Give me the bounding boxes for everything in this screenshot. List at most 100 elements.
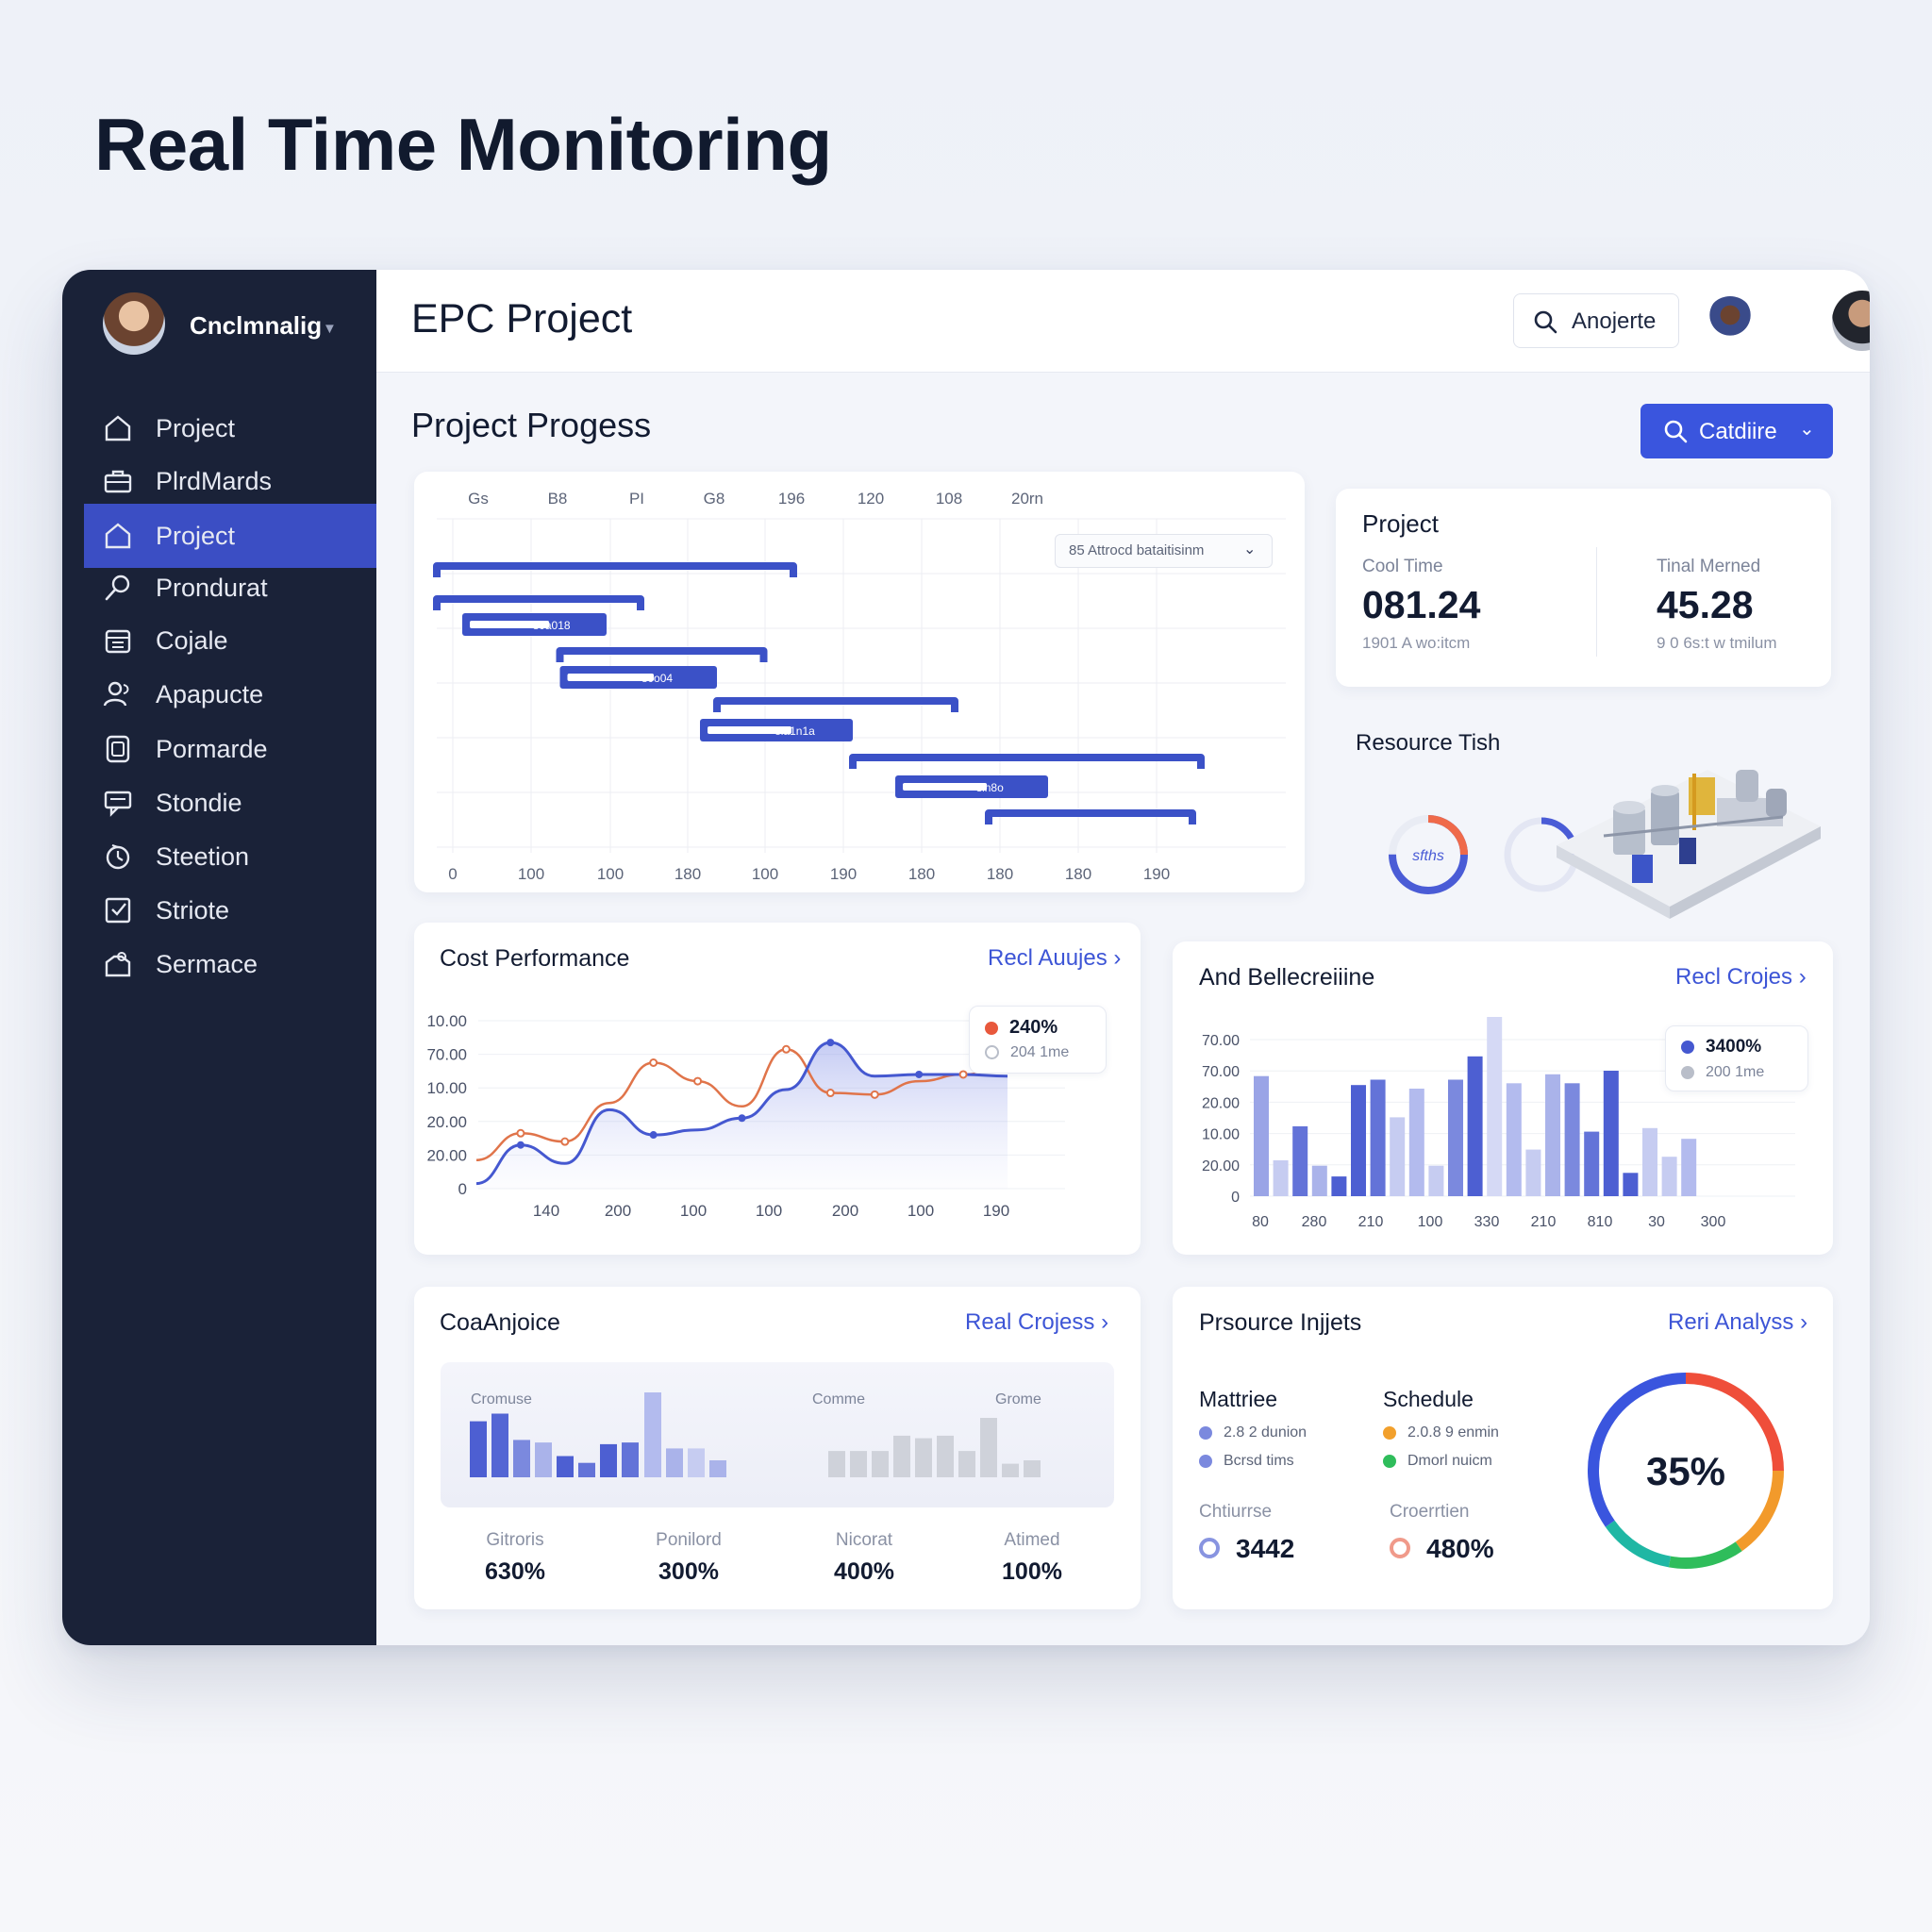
data-point[interactable] — [560, 1137, 570, 1146]
axis-tick: 10.00 — [426, 1012, 467, 1030]
legend-text: 2.0.8 9 enmin — [1407, 1424, 1499, 1441]
bar[interactable] — [1603, 1071, 1619, 1196]
sidebar-item-label: Prondurat — [156, 573, 268, 602]
bar[interactable] — [1506, 1083, 1522, 1196]
card-link-label: Real Crojess — [965, 1309, 1095, 1335]
bar[interactable] — [688, 1448, 705, 1477]
card-link[interactable]: Reri Analyss › — [1668, 1309, 1807, 1336]
axis-tick: 180 — [987, 865, 1013, 883]
avatar[interactable] — [1832, 291, 1870, 351]
bar[interactable] — [1467, 1056, 1483, 1196]
axis-tick: 190 — [983, 1202, 1009, 1220]
bar[interactable] — [1254, 1075, 1269, 1196]
bar[interactable] — [980, 1418, 997, 1477]
bar[interactable] — [850, 1451, 867, 1477]
legend-value: 200 1me — [1706, 1064, 1765, 1080]
bar[interactable] — [1661, 1157, 1677, 1196]
gantt-filter-dropdown[interactable]: 85 Attrocd bataitisinm ⌄ — [1055, 534, 1273, 568]
axis-tick: 20.00 — [426, 1146, 467, 1164]
bar[interactable] — [1564, 1083, 1580, 1196]
data-point[interactable] — [781, 1044, 791, 1054]
bar[interactable] — [709, 1460, 726, 1477]
stat-sub: 9 0 6s:t w tmilum — [1657, 634, 1777, 652]
bar[interactable] — [491, 1413, 508, 1478]
bar[interactable] — [1024, 1460, 1041, 1477]
data-point[interactable] — [915, 1070, 924, 1078]
bar[interactable] — [872, 1451, 889, 1477]
bar[interactable] — [470, 1421, 487, 1477]
bar[interactable] — [1390, 1117, 1406, 1196]
bar[interactable] — [1002, 1463, 1019, 1477]
gantt-card: Gs B8 PI G8 196 120 108 20rn 0 100 100 180 100 190 180… — [414, 472, 1305, 892]
axis-tick: PI — [629, 490, 644, 508]
bar[interactable] — [666, 1448, 683, 1477]
data-point[interactable] — [738, 1114, 746, 1123]
gantt-bar[interactable] — [713, 697, 958, 712]
bar[interactable] — [1292, 1125, 1308, 1196]
legend-item: 3400% — [1681, 1037, 1761, 1058]
bar[interactable] — [1408, 1089, 1424, 1196]
legend-dot — [1681, 1065, 1694, 1079]
data-point[interactable] — [870, 1090, 879, 1099]
gantt-bar-track — [567, 674, 655, 681]
stat-value: 081.24 — [1362, 583, 1481, 626]
bar[interactable] — [1273, 1160, 1289, 1196]
bar[interactable] — [535, 1442, 552, 1477]
bar[interactable] — [937, 1435, 954, 1477]
axis-tick: 140 — [533, 1202, 559, 1220]
legend-dot — [1383, 1454, 1396, 1468]
search-box[interactable]: Anojerte — [1513, 293, 1679, 348]
axis-tick: 70.00 — [1202, 1064, 1240, 1080]
gantt-bar[interactable] — [556, 647, 768, 662]
card-title: Project — [1362, 509, 1439, 538]
legend-item: 2.8 2 dunion — [1199, 1424, 1307, 1441]
divider — [1596, 547, 1597, 657]
user-name[interactable]: Cnclmnalig — [190, 311, 322, 341]
data-point[interactable] — [516, 1141, 525, 1149]
bar[interactable] — [1545, 1074, 1560, 1196]
bar[interactable] — [557, 1456, 574, 1478]
gantt-bar[interactable] — [849, 754, 1205, 769]
bar[interactable] — [1351, 1085, 1366, 1196]
bar[interactable] — [1428, 1165, 1444, 1196]
bar[interactable] — [644, 1392, 661, 1477]
avatar[interactable] — [1707, 296, 1754, 343]
sidebar: Cnclmnalig ▼ Project PlrdMards Project Pron… — [62, 270, 376, 1645]
bar[interactable] — [1331, 1176, 1347, 1196]
data-point[interactable] — [825, 1089, 835, 1098]
bar[interactable] — [893, 1435, 910, 1477]
bar[interactable] — [513, 1440, 530, 1477]
sidebar-item[interactable]: Sermace — [84, 932, 376, 996]
bar[interactable] — [1584, 1131, 1600, 1196]
bar[interactable] — [1642, 1127, 1657, 1196]
data-point[interactable] — [649, 1058, 658, 1067]
filter-button[interactable]: Catdiire ⌄ — [1641, 404, 1833, 458]
bar[interactable] — [1370, 1079, 1386, 1197]
data-point[interactable] — [649, 1131, 658, 1140]
data-point[interactable] — [693, 1076, 703, 1086]
bar[interactable] — [1487, 1017, 1503, 1196]
data-point[interactable] — [516, 1128, 525, 1138]
bar[interactable] — [1623, 1173, 1639, 1196]
gantt-bar[interactable] — [985, 809, 1196, 824]
bar[interactable] — [828, 1451, 845, 1477]
gantt-bar[interactable] — [433, 562, 797, 577]
bar[interactable] — [1525, 1149, 1541, 1196]
bar[interactable] — [1681, 1139, 1697, 1196]
avatar[interactable] — [103, 292, 165, 355]
bar[interactable] — [958, 1451, 975, 1477]
bar[interactable] — [1311, 1165, 1327, 1196]
bar[interactable] — [1448, 1079, 1463, 1197]
data-point[interactable] — [958, 1070, 968, 1079]
chevron-down-icon[interactable]: ▼ — [323, 321, 337, 337]
data-point[interactable] — [826, 1039, 835, 1047]
bar[interactable] — [578, 1462, 595, 1477]
card-link[interactable]: Real Crojess › — [965, 1309, 1108, 1336]
bar[interactable] — [622, 1442, 639, 1477]
search-icon — [1534, 310, 1557, 334]
sidebar-item-label: Stondie — [156, 788, 242, 817]
chevron-right-icon: › — [1101, 1309, 1109, 1335]
axis-tick: 0 — [1231, 1190, 1240, 1206]
bar[interactable] — [915, 1438, 932, 1477]
bar[interactable] — [600, 1443, 617, 1477]
